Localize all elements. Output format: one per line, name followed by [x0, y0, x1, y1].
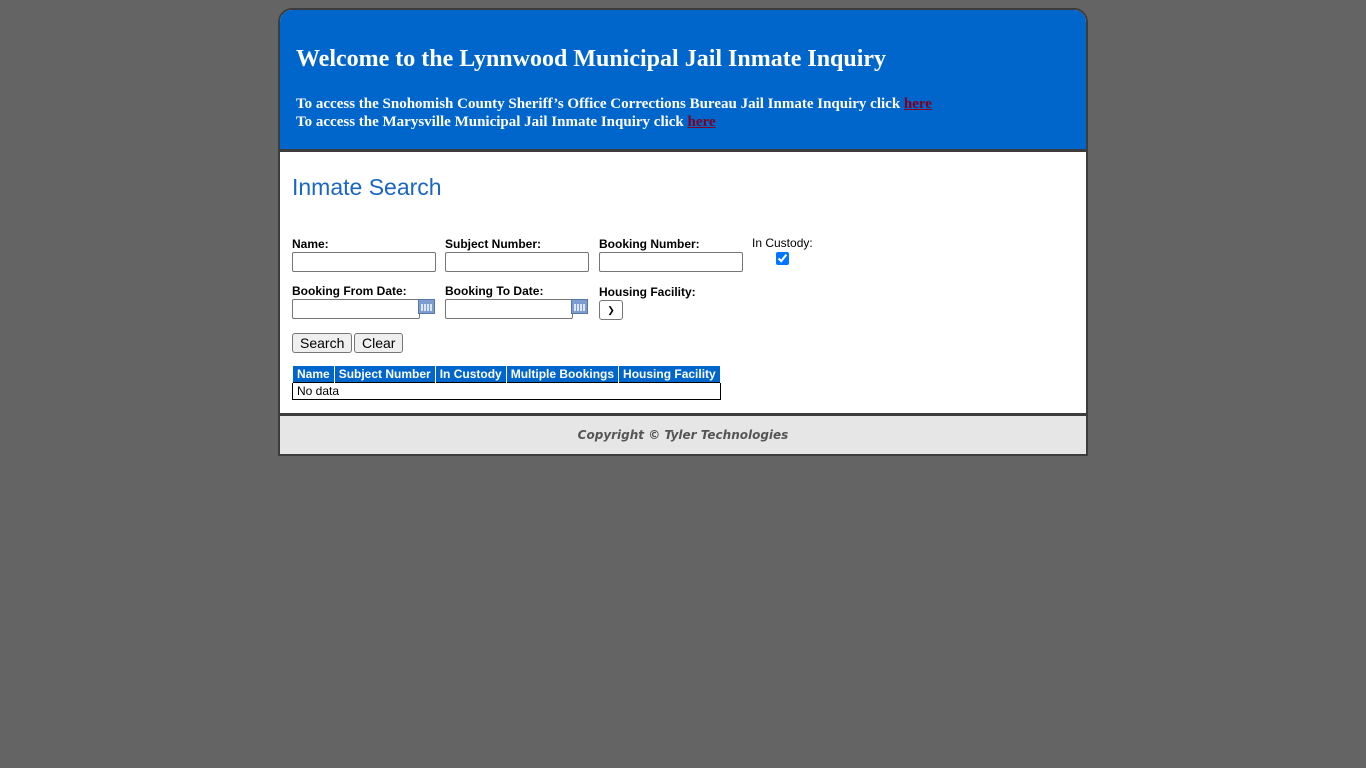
- from-date-group: Booking From Date:: [292, 284, 435, 319]
- subject-number-label: Subject Number:: [445, 237, 542, 251]
- column-header[interactable]: Name: [292, 366, 335, 383]
- name-label: Name:: [292, 237, 329, 251]
- table-row: No data: [292, 382, 721, 400]
- sheriff-link-line: To access the Snohomish County Sheriff’s…: [296, 95, 1070, 113]
- marysville-link-line: To access the Marysville Municipal Jail …: [296, 113, 1070, 131]
- sheriff-inquiry-link[interactable]: here: [904, 96, 932, 112]
- subject-field-group: Subject Number:: [445, 237, 589, 272]
- results-header-row: Name Subject Number In Custody Multiple …: [292, 366, 721, 383]
- name-field-group: Name:: [292, 237, 436, 272]
- header: Welcome to the Lynnwood Municipal Jail I…: [280, 10, 1086, 152]
- housing-field-group: Housing Facility: ❯: [599, 285, 696, 320]
- to-date-group: Booking To Date:: [445, 284, 588, 319]
- housing-facility-select[interactable]: ❯: [599, 300, 623, 320]
- copyright-text: Copyright © Tyler Technologies: [577, 428, 789, 442]
- in-custody-label: In Custody:: [752, 236, 813, 250]
- page-title: Welcome to the Lynnwood Municipal Jail I…: [296, 46, 887, 72]
- column-header[interactable]: Subject Number: [333, 366, 436, 383]
- chevron-down-icon: ❯: [607, 305, 615, 315]
- subject-number-input[interactable]: [445, 252, 589, 272]
- column-header[interactable]: Multiple Bookings: [505, 366, 620, 383]
- page-container: Welcome to the Lynnwood Municipal Jail I…: [278, 8, 1088, 456]
- column-header[interactable]: In Custody: [434, 366, 507, 383]
- results-table: Name Subject Number In Custody Multiple …: [292, 366, 721, 400]
- booking-field-group: Booking Number:: [599, 237, 743, 272]
- clear-button[interactable]: Clear: [354, 333, 404, 353]
- search-title: Inmate Search: [292, 174, 442, 200]
- booking-from-date-label: Booking From Date:: [292, 284, 407, 298]
- calendar-icon[interactable]: [418, 299, 435, 314]
- no-data-cell: No data: [292, 382, 721, 400]
- column-header[interactable]: Housing Facility: [618, 366, 721, 383]
- marysville-link-text: To access the Marysville Municipal Jail …: [296, 114, 688, 130]
- calendar-icon[interactable]: [571, 299, 588, 314]
- sheriff-link-text: To access the Snohomish County Sheriff’s…: [296, 96, 904, 112]
- name-input[interactable]: [292, 252, 436, 272]
- search-button[interactable]: Search: [292, 333, 353, 353]
- marysville-inquiry-link[interactable]: here: [688, 114, 716, 130]
- search-panel: Inmate Search Name: Subject Number: Book…: [280, 152, 1086, 416]
- booking-to-date-label: Booking To Date:: [445, 284, 544, 298]
- footer: Copyright © Tyler Technologies: [280, 416, 1086, 454]
- booking-to-date-input[interactable]: [445, 299, 573, 319]
- booking-from-date-input[interactable]: [292, 299, 420, 319]
- booking-number-label: Booking Number:: [599, 237, 700, 251]
- housing-facility-label: Housing Facility:: [599, 285, 696, 299]
- custody-field-group: In Custody:: [752, 236, 813, 268]
- booking-number-input[interactable]: [599, 252, 743, 272]
- in-custody-checkbox[interactable]: [776, 252, 789, 265]
